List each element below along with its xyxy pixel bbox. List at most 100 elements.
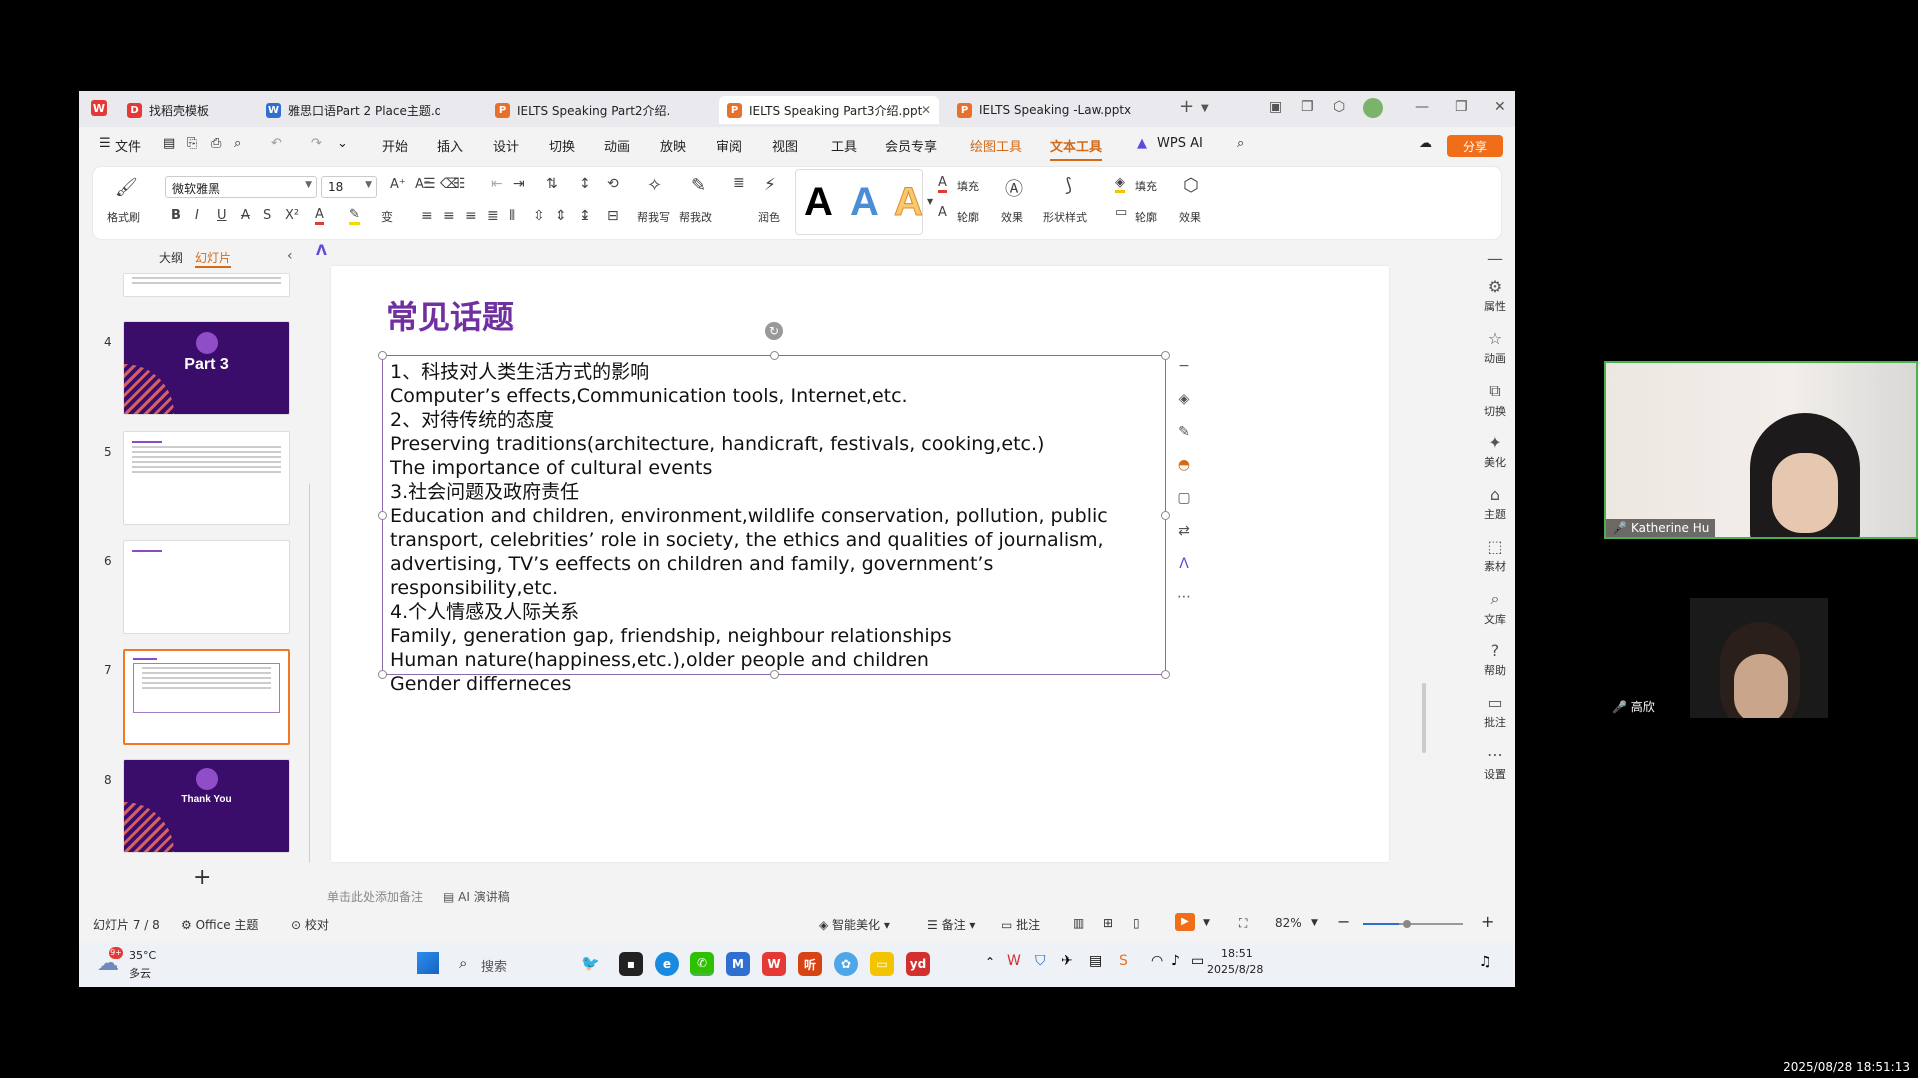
collapse-icon[interactable]: ‹ — [287, 248, 293, 264]
menu-design[interactable]: 设计 — [493, 136, 519, 155]
text-outline-label[interactable]: 轮廓 — [957, 209, 979, 225]
magic-wand-icon[interactable]: ⚡ — [764, 175, 776, 195]
close-icon[interactable]: ✕ — [921, 103, 931, 117]
numbering-icon[interactable]: ☷ — [453, 176, 466, 192]
text-style-orange[interactable]: A — [894, 180, 924, 225]
char-spacing-icon[interactable]: 变 — [381, 208, 393, 225]
zoom-out-icon[interactable]: − — [1337, 912, 1350, 931]
pen-icon[interactable]: ✎ — [1174, 424, 1194, 440]
windows-start-icon[interactable] — [417, 952, 439, 974]
youdao-icon[interactable]: yd — [906, 952, 930, 976]
help-edit-label[interactable]: 帮我改 — [679, 209, 712, 225]
proof-button[interactable]: ⊙ 校对 — [291, 916, 329, 933]
paragraph-icon[interactable]: ≣ — [733, 175, 745, 191]
ai-edit-icon[interactable]: ✎ — [691, 175, 706, 196]
cube-icon[interactable]: ⬡ — [1333, 99, 1345, 115]
tray-shield-icon[interactable]: ⛉ — [1035, 953, 1046, 969]
text-effect-icon[interactable]: Ⓐ — [1005, 175, 1023, 201]
menu-animation[interactable]: 动画 — [604, 136, 630, 155]
rail-animation[interactable]: ☆ 动画 — [1475, 329, 1515, 366]
menu-tools[interactable]: 工具 — [831, 136, 857, 155]
shape-effect-icon[interactable]: ⬡ — [1183, 175, 1199, 196]
slide-thumb-5[interactable] — [123, 431, 290, 525]
print-icon[interactable]: ⎙ — [211, 136, 221, 151]
ai-speech-button[interactable]: ▤ AI 演讲稿 — [443, 888, 510, 905]
tray-input-icon[interactable]: ✈ — [1061, 953, 1073, 969]
shape-effect-label[interactable]: 效果 — [1179, 209, 1201, 225]
taskbar-search[interactable]: ⌕ 搜索 🐦 — [451, 950, 601, 978]
sorter-view-icon[interactable]: ⊞ — [1103, 916, 1113, 930]
play-button[interactable]: ▶ — [1175, 913, 1195, 931]
convert-icon[interactable]: ⟲ — [607, 176, 619, 192]
cloud-icon[interactable]: ☁ — [1419, 136, 1432, 151]
slide-title[interactable]: 常见话题 — [386, 292, 514, 338]
frame-icon[interactable]: ▢ — [1174, 490, 1194, 506]
text-effect-label[interactable]: 效果 — [1001, 209, 1023, 225]
slide-thumb-4[interactable]: Part 3 — [123, 321, 290, 415]
search-icon[interactable]: ⌕ — [1237, 136, 1244, 151]
strikethrough-icon[interactable]: A — [241, 208, 250, 223]
chevron-down-icon[interactable]: ▼ — [1203, 918, 1210, 928]
tab-ppt-law[interactable]: P IELTS Speaking -Law.pptx — [949, 96, 1149, 124]
hamburger-icon[interactable]: ☰ — [99, 136, 111, 151]
slide-thumb-3[interactable] — [123, 273, 290, 297]
rail-beautify[interactable]: ✦ 美化 — [1475, 433, 1515, 470]
rail-properties[interactable]: ⚙ 属性 — [1475, 277, 1515, 314]
undo-icon[interactable]: ↶ — [271, 136, 282, 151]
text-box-icon[interactable]: ⊟ — [607, 208, 619, 224]
slide-thumb-6[interactable] — [123, 540, 290, 634]
ai-logo-icon[interactable]: ᐱ — [316, 243, 327, 259]
minimize-icon[interactable]: — — [1415, 99, 1429, 115]
justify-icon[interactable]: ≣ — [487, 208, 499, 224]
zoom-level[interactable]: 82% — [1275, 916, 1302, 930]
menu-view[interactable]: 视图 — [772, 136, 798, 155]
shape-style-label[interactable]: 形状样式 — [1043, 209, 1087, 225]
slide-thumb-7[interactable] — [123, 649, 290, 745]
rail-materials[interactable]: ⬚ 素材 — [1475, 537, 1515, 574]
resize-handle[interactable] — [770, 351, 779, 360]
superscript-icon[interactable]: X² — [285, 208, 299, 223]
tab-word-doc[interactable]: W 雅思口语Part 2 Place主题.docx — [258, 96, 440, 124]
tab-slides[interactable]: 幻灯片 — [195, 249, 232, 268]
format-painter-label[interactable]: 格式刷 — [107, 209, 140, 225]
increase-font-icon[interactable]: A⁺ — [390, 177, 406, 192]
reading-view-icon[interactable]: ▯ — [1133, 916, 1140, 930]
avatar[interactable] — [1363, 98, 1383, 118]
outdent-icon[interactable]: ⇤ — [491, 176, 503, 192]
columns-icon[interactable]: ⇕ — [555, 208, 567, 224]
ai-icon[interactable]: ᐱ — [1174, 556, 1194, 572]
shape-outline-label[interactable]: 轮廓 — [1135, 209, 1157, 225]
editor-scrollbar[interactable] — [1422, 683, 1426, 753]
cloud-drive-icon[interactable]: ✿ — [834, 952, 858, 976]
menu-home[interactable]: 开始 — [382, 136, 408, 155]
replace-icon[interactable]: ⇄ — [1174, 523, 1194, 539]
more-icon[interactable]: ⌄ — [337, 136, 348, 151]
battery-icon[interactable]: ▭ — [1191, 953, 1204, 969]
polish-label[interactable]: 润色 — [758, 209, 780, 225]
chevron-down-icon[interactable]: ▼ — [1311, 918, 1318, 928]
content-textbox[interactable]: 1、科技对人类生活方式的影响 Computer’s effects,Commun… — [378, 351, 1170, 695]
video-tile-1[interactable]: 🎤 Katherine Hu — [1604, 361, 1918, 539]
resize-handle[interactable] — [1161, 511, 1170, 520]
menu-file[interactable]: 文件 — [115, 136, 141, 155]
zoom-slider[interactable] — [1363, 920, 1463, 928]
video-tile-2[interactable] — [1690, 598, 1828, 718]
bold-icon[interactable]: B — [171, 208, 181, 223]
layers-icon[interactable]: ◈ — [1174, 391, 1194, 407]
resize-handle[interactable] — [1161, 351, 1170, 360]
vertical-align-icon[interactable]: ⇳ — [533, 208, 545, 224]
slide-thumb-8[interactable]: Thank You — [123, 759, 290, 853]
tray-app-icon[interactable]: ▤ — [1089, 953, 1102, 969]
font-color-icon[interactable]: A — [315, 207, 324, 225]
restore-tabs-icon[interactable]: ❐ — [1301, 99, 1314, 115]
window-icon[interactable]: ▣ — [1269, 99, 1282, 115]
wechat-icon[interactable]: ✆ — [690, 952, 714, 976]
highlight-icon[interactable]: ✎ — [349, 207, 360, 225]
task-view-icon[interactable]: ▪ — [619, 952, 643, 976]
resize-handle[interactable] — [378, 351, 387, 360]
share-link-icon[interactable]: ⎘ — [187, 136, 197, 151]
theme-button[interactable]: ⚙ Office 主题 — [181, 916, 258, 933]
rail-transition[interactable]: ⧉ 切换 — [1475, 381, 1515, 419]
wps-ai-icon[interactable]: ▲ — [1137, 136, 1147, 151]
save-icon[interactable]: ▤ — [163, 136, 175, 151]
